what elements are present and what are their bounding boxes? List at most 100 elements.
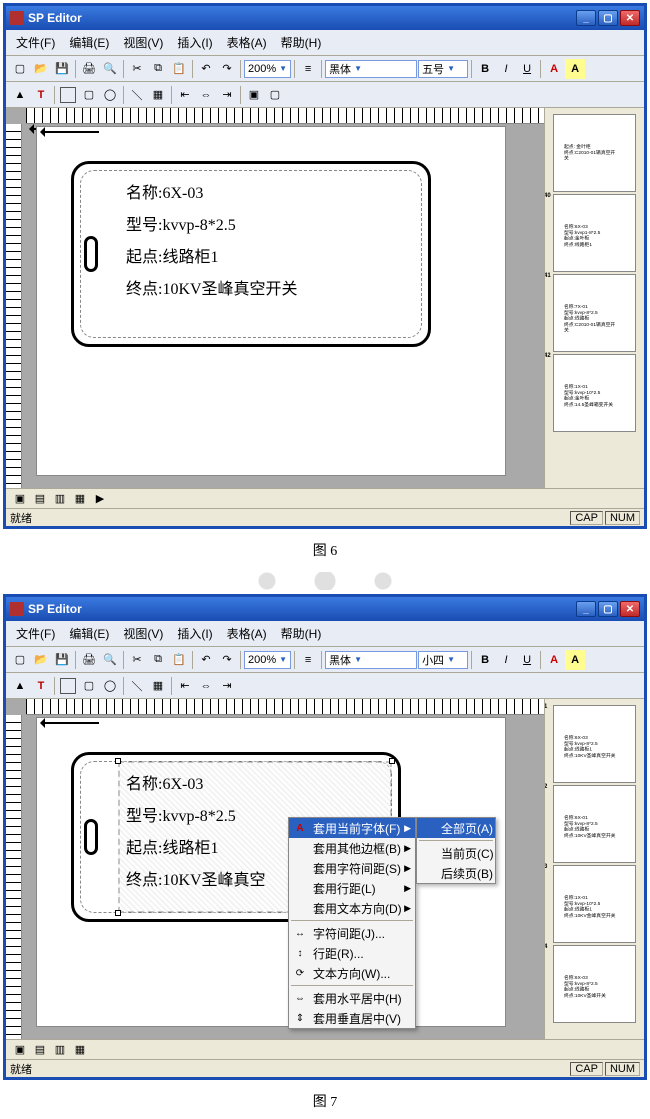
underline-button[interactable]: U (517, 59, 537, 79)
preview-icon[interactable]: 🔍 (100, 59, 120, 79)
font-combo[interactable]: 黑体▼ (325, 60, 417, 78)
menu-help[interactable]: 帮助(H) (275, 32, 328, 53)
canvas-area[interactable]: 名称:6X-03 型号:kvvp-8*2.5 起点:线路柜1 终点:10KV圣峰… (6, 108, 544, 488)
send-back-icon[interactable]: ▢ (265, 85, 285, 105)
new-icon[interactable]: ▢ (10, 650, 30, 670)
sub-current-page[interactable]: 当前页(C) (417, 843, 495, 863)
list-icon[interactable]: ≡ (298, 650, 318, 670)
ellipse-tool-icon[interactable]: ◯ (100, 676, 120, 696)
ctx-vcenter[interactable]: ⇕套用垂直居中(V) (289, 1008, 415, 1028)
thumbnail-panel[interactable]: 起点: 金叶柜终点:C2010-01辆真空开关40名称:6X-03型号:kvvp… (544, 108, 644, 488)
save-icon[interactable]: 💾 (52, 650, 72, 670)
thumbnail[interactable]: 42名称:1X-01型号:kvvp-10*2.5起点:金叶柜终点:14.5圣峰箱… (553, 354, 636, 432)
align-center-icon[interactable]: ⇔ (196, 676, 216, 696)
ctx-apply-linespace[interactable]: 套用行距(L)▶ (289, 878, 415, 898)
undo-icon[interactable]: ↶ (196, 59, 216, 79)
text-tool-icon[interactable]: T (31, 676, 51, 696)
context-submenu[interactable]: 全部页(A) 当前页(C) 后续页(B) (416, 817, 496, 884)
list-icon[interactable]: ≡ (298, 59, 318, 79)
rect-tool-icon[interactable] (58, 676, 78, 696)
align-left-icon[interactable]: ⇤ (175, 85, 195, 105)
ellipse-tool-icon[interactable]: ◯ (100, 85, 120, 105)
sub-all-pages[interactable]: 全部页(A) (417, 818, 495, 838)
outline-view-icon[interactable]: ▤ (30, 489, 50, 509)
fontsize-combo[interactable]: 五号▼ (418, 60, 468, 78)
menu-table[interactable]: 表格(A) (221, 32, 273, 53)
align-center-icon[interactable]: ⇔ (196, 85, 216, 105)
maximize-button[interactable]: ▢ (598, 10, 618, 26)
undo-icon[interactable]: ↶ (196, 650, 216, 670)
italic-button[interactable]: I (496, 59, 516, 79)
label-card[interactable]: 名称:6X-03 型号:kvvp-8*2.5 起点:线路柜1 终点:10KV圣峰… (71, 161, 431, 347)
open-icon[interactable]: 📂 (31, 650, 51, 670)
thumbnail[interactable]: 2名称:6X-01型号:kvvp-8*2.5起点:线路柜终点:10KV圣峰真空开… (553, 785, 636, 863)
thumbnail[interactable]: 1名称:6X-03型号:kvvp-8*2.5起点:线路柜1终点:10KV圣峰真空… (553, 705, 636, 783)
canvas-page[interactable]: 名称:6X-03 型号:kvvp-8*2.5 起点:线路柜1 终点:10KV圣峰… (36, 126, 506, 476)
thumbnail[interactable]: 3名称:1X-01型号:kvvp-10*2.5起点:线路柜1终点:10KV金峰真… (553, 865, 636, 943)
align-right-icon[interactable]: ⇥ (217, 85, 237, 105)
fontcolor-button[interactable]: A (544, 59, 564, 79)
italic-button[interactable]: I (496, 650, 516, 670)
thumbnail[interactable]: 起点: 金叶柜终点:C2010-01辆真空开关 (553, 114, 636, 192)
menu-file[interactable]: 文件(F) (10, 32, 61, 53)
bring-front-icon[interactable]: ▣ (244, 85, 264, 105)
menu-edit[interactable]: 编辑(E) (63, 32, 115, 53)
copy-icon[interactable]: ⧉ (148, 59, 168, 79)
ctx-apply-charspace[interactable]: 套用字符间距(S)▶ (289, 858, 415, 878)
sorter-view-icon[interactable]: ▦ (70, 489, 90, 509)
print-icon[interactable]: 🖨 (79, 650, 99, 670)
ctx-textdir[interactable]: ⟳文本方向(W)... (289, 963, 415, 983)
fontsize-combo[interactable]: 小四▼ (418, 651, 468, 669)
outline-view-icon[interactable]: ▤ (30, 1040, 50, 1060)
cut-icon[interactable]: ✂ (127, 59, 147, 79)
highlight-button[interactable]: A (565, 650, 585, 670)
thumbnail[interactable]: 41名称:7X-01型号:kvvp-8*2.5起点:线路柜终点:C2010-01… (553, 274, 636, 352)
font-combo[interactable]: 黑体▼ (325, 651, 417, 669)
paste-icon[interactable]: 📋 (169, 650, 189, 670)
normal-view-icon[interactable]: ▣ (10, 489, 30, 509)
align-right-icon[interactable]: ⇥ (217, 676, 237, 696)
bold-button[interactable]: B (475, 59, 495, 79)
ctx-apply-textdir[interactable]: 套用文本方向(D)▶ (289, 898, 415, 918)
table-tool-icon[interactable]: ▦ (148, 85, 168, 105)
titlebar[interactable]: SP Editor _ ▢ ✕ (6, 6, 644, 30)
menu-view[interactable]: 视图(V) (117, 623, 169, 644)
line-tool-icon[interactable]: ＼ (127, 676, 147, 696)
save-icon[interactable]: 💾 (52, 59, 72, 79)
thumbnail[interactable]: 40名称:6X-03型号:kvvp1-8*2.5起点:金叶柜终点:线路柜1 (553, 194, 636, 272)
menu-view[interactable]: 视图(V) (117, 32, 169, 53)
ctx-apply-font[interactable]: A套用当前字体(F)▶ (289, 818, 415, 838)
align-left-icon[interactable]: ⇤ (175, 676, 195, 696)
minimize-button[interactable]: _ (576, 10, 596, 26)
normal-view-icon[interactable]: ▣ (10, 1040, 30, 1060)
ctx-charspace[interactable]: ↔字符间距(J)... (289, 923, 415, 943)
menu-edit[interactable]: 编辑(E) (63, 623, 115, 644)
maximize-button[interactable]: ▢ (598, 601, 618, 617)
roundrect-tool-icon[interactable]: ▢ (79, 85, 99, 105)
close-button[interactable]: ✕ (620, 10, 640, 26)
ctx-apply-border[interactable]: 套用其他边框(B)▶ (289, 838, 415, 858)
table-tool-icon[interactable]: ▦ (148, 676, 168, 696)
sorter-view-icon[interactable]: ▦ (70, 1040, 90, 1060)
show-view-icon[interactable]: ▶ (90, 489, 110, 509)
copy-icon[interactable]: ⧉ (148, 650, 168, 670)
roundrect-tool-icon[interactable]: ▢ (79, 676, 99, 696)
cut-icon[interactable]: ✂ (127, 650, 147, 670)
menu-insert[interactable]: 插入(I) (171, 623, 218, 644)
close-button[interactable]: ✕ (620, 601, 640, 617)
slide-view-icon[interactable]: ▥ (50, 489, 70, 509)
thumbnail[interactable]: 4名称:6X-03型号:kvvp-8*2.5起点:线路柜终点:10KV圣峰开关 (553, 945, 636, 1023)
titlebar[interactable]: SP Editor _ ▢ ✕ (6, 597, 644, 621)
menu-help[interactable]: 帮助(H) (275, 623, 328, 644)
open-icon[interactable]: 📂 (31, 59, 51, 79)
sub-following-pages[interactable]: 后续页(B) (417, 863, 495, 883)
paste-icon[interactable]: 📋 (169, 59, 189, 79)
pointer-icon[interactable]: ▲ (10, 676, 30, 696)
menu-insert[interactable]: 插入(I) (171, 32, 218, 53)
underline-button[interactable]: U (517, 650, 537, 670)
fontcolor-button[interactable]: A (544, 650, 564, 670)
menu-table[interactable]: 表格(A) (221, 623, 273, 644)
minimize-button[interactable]: _ (576, 601, 596, 617)
pointer-icon[interactable]: ▲ (10, 85, 30, 105)
highlight-button[interactable]: A (565, 59, 585, 79)
